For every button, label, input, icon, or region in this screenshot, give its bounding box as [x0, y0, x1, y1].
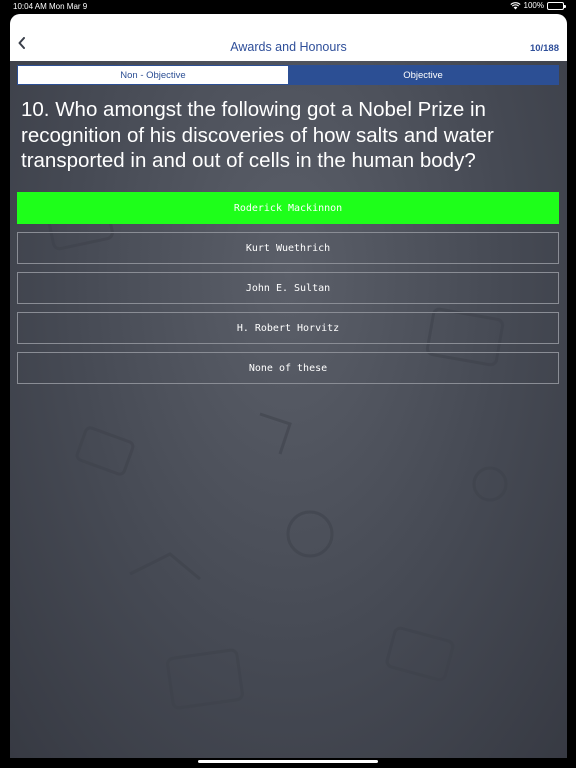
wifi-icon — [509, 1, 521, 10]
question-text: 10. Who amongst the following got a Nobe… — [21, 98, 494, 172]
status-right: 100% — [509, 1, 566, 10]
option-kurt-wuethrich[interactable]: Kurt Wuethrich — [17, 232, 559, 264]
option-none-of-these[interactable]: None of these — [17, 352, 559, 384]
option-roderick-mackinnon[interactable]: Roderick Mackinnon — [17, 192, 559, 224]
app-container: Awards and Honours 10/188 Non - Objectiv… — [10, 14, 567, 758]
page-title: Awards and Honours — [230, 40, 347, 54]
segmented-control: Non - Objective Objective — [17, 65, 559, 85]
status-bar: 10:04 AM Mon Mar 9 100% — [0, 0, 576, 14]
status-date: Mon Mar 9 — [49, 2, 88, 11]
tab-non-objective[interactable]: Non - Objective — [18, 66, 288, 84]
home-indicator[interactable] — [198, 760, 378, 763]
battery-icon — [547, 1, 566, 10]
answer-options: Roderick Mackinnon Kurt Wuethrich John E… — [17, 192, 559, 392]
tab-objective[interactable]: Objective — [288, 66, 558, 84]
battery-percent: 100% — [523, 1, 544, 10]
screen: 10:04 AM Mon Mar 9 100% Awards and Honou… — [0, 0, 576, 768]
option-john-e-sultan[interactable]: John E. Sultan — [17, 272, 559, 304]
nav-bar: Awards and Honours 10/188 — [10, 14, 567, 61]
status-time: 10:04 AM — [13, 2, 47, 11]
question-counter: 10/188 — [529, 43, 559, 54]
option-h-robert-horvitz[interactable]: H. Robert Horvitz — [17, 312, 559, 344]
